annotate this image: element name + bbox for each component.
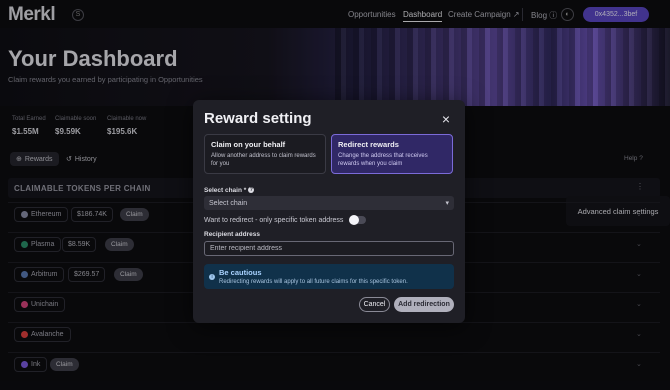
info-icon: i (209, 274, 215, 280)
alert-title: Be cautious (219, 268, 262, 277)
select-chain-label-text: Select chain * (204, 187, 247, 194)
chain-select[interactable]: Select chain ▾ (204, 196, 454, 210)
chevron-down-icon: ▾ (445, 200, 449, 207)
option-redirect-title: Redirect rewards (338, 140, 399, 149)
specific-token-label: Want to redirect - only specific token a… (204, 216, 344, 224)
specific-token-toggle[interactable] (349, 215, 367, 225)
option-claim-on-behalf[interactable]: Claim on your behalf Allow another addre… (204, 134, 326, 174)
chain-select-value: Select chain (209, 199, 248, 207)
option-redirect-rewards[interactable]: Redirect rewards Change the address that… (331, 134, 453, 174)
close-icon[interactable]: × (439, 112, 453, 126)
alert-text: Redirecting rewards will apply to all fu… (219, 279, 408, 285)
add-redirection-button[interactable]: Add redirection (394, 297, 454, 312)
option-claim-desc: Allow another address to claim rewards f… (211, 153, 316, 167)
help-icon[interactable]: ? (248, 187, 255, 194)
modal-title: Reward setting (204, 110, 312, 127)
recipient-address-input[interactable] (204, 241, 454, 256)
reward-setting-modal: Reward setting × Claim on your behalf Al… (193, 100, 465, 323)
option-redirect-desc: Change the address that receives rewards… (338, 153, 428, 167)
specific-token-row: Want to redirect - only specific token a… (204, 215, 367, 225)
cancel-button[interactable]: Cancel (359, 297, 390, 312)
recipient-label: Recipient address (204, 231, 260, 238)
caution-alert: i Be cautious Redirecting rewards will a… (204, 264, 454, 289)
select-chain-label: Select chain *? (204, 187, 255, 194)
option-claim-title: Claim on your behalf (211, 140, 286, 149)
toggle-knob (349, 215, 360, 225)
